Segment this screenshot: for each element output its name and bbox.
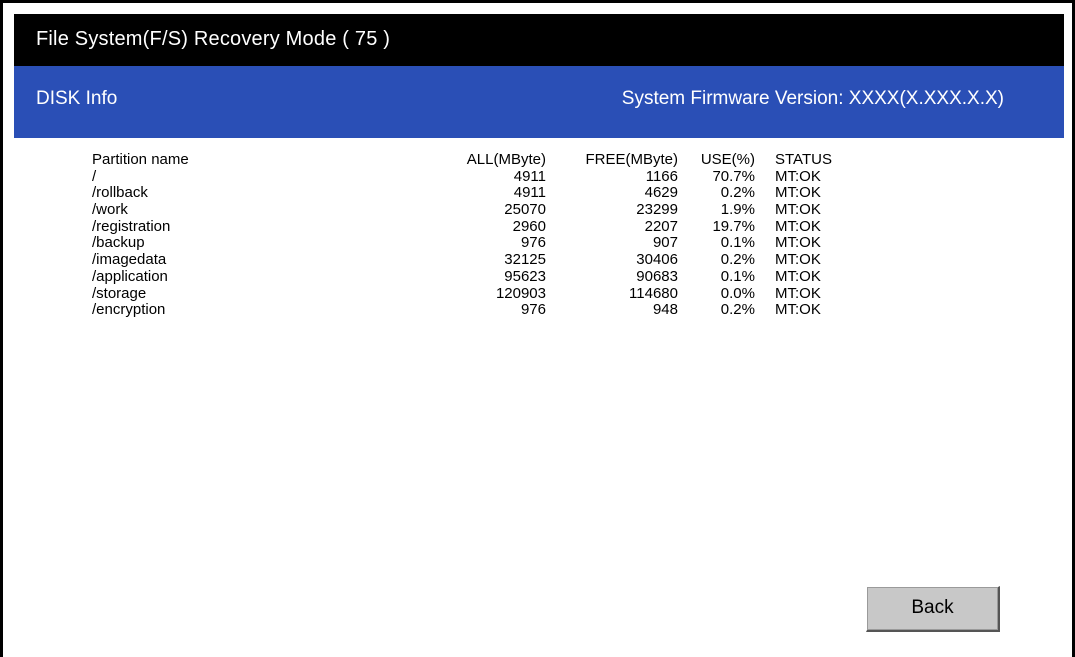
disk-info-title: DISK Info: [36, 88, 118, 109]
use-percent-cell: 1.9%: [720, 201, 755, 219]
back-button[interactable]: Back: [866, 586, 1000, 632]
header-partition-name: Partition name: [92, 151, 189, 168]
free-mbyte-cell: 114680: [629, 284, 678, 302]
frame-border-left: [0, 0, 3, 657]
header-all: ALL(MByte): [466, 151, 546, 168]
status-cell: MT:OK: [775, 284, 821, 302]
status-cell: MT:OK: [775, 217, 821, 235]
title-bar: File System(F/S) Recovery Mode ( 75 ): [14, 14, 1064, 66]
disk-info-bar: DISK Info System Firmware Version: XXXX(…: [14, 66, 1064, 138]
header-free: FREE(MByte): [585, 151, 678, 168]
all-mbyte-cell: 25070: [504, 201, 546, 219]
frame-border-top: [0, 0, 1075, 3]
partition-name-cell: /rollback: [92, 184, 148, 202]
all-mbyte-cell: 95623: [504, 267, 546, 285]
free-mbyte-cell: 4629: [644, 184, 678, 202]
header-status: STATUS: [775, 151, 832, 168]
free-mbyte-cell: 907: [652, 234, 678, 252]
status-cell: MT:OK: [775, 267, 821, 285]
all-mbyte-cell: 4911: [513, 167, 546, 185]
use-percent-cell: 0.1%: [720, 234, 755, 252]
use-percent-cell: 0.2%: [720, 301, 755, 319]
status-cell: MT:OK: [775, 167, 821, 185]
all-mbyte-cell: 4911: [513, 184, 546, 202]
use-percent-cell: 0.2%: [720, 184, 755, 202]
status-cell: MT:OK: [775, 201, 821, 219]
all-mbyte-cell: 976: [520, 301, 546, 319]
status-cell: MT:OK: [775, 301, 821, 319]
all-mbyte-cell: 976: [520, 234, 546, 252]
free-mbyte-cell: 948: [652, 301, 678, 319]
use-percent-cell: 0.2%: [720, 251, 755, 269]
recovery-screen: File System(F/S) Recovery Mode ( 75 ) DI…: [0, 0, 1075, 657]
firmware-version: System Firmware Version: XXXX(X.XXX.X.X): [621, 88, 1004, 109]
partition-name-cell: /backup: [92, 234, 145, 252]
status-cell: MT:OK: [775, 251, 821, 269]
partition-name-cell: /imagedata: [92, 251, 167, 269]
free-mbyte-cell: 30406: [636, 251, 678, 269]
use-percent-cell: 0.0%: [720, 284, 755, 302]
partition-name-cell: /encryption: [92, 301, 166, 319]
partition-name-cell: /work: [92, 201, 128, 219]
partition-name-cell: /application: [92, 267, 168, 285]
free-mbyte-cell: 1166: [645, 167, 678, 185]
use-percent-cell: 0.1%: [720, 267, 755, 285]
all-mbyte-cell: 32125: [504, 251, 546, 269]
free-mbyte-cell: 23299: [636, 201, 678, 219]
all-mbyte-cell: 2960: [512, 217, 546, 235]
free-mbyte-cell: 90683: [636, 267, 678, 285]
status-cell: MT:OK: [775, 234, 821, 252]
all-mbyte-cell: 120903: [495, 284, 546, 302]
partition-name-cell: /: [92, 167, 97, 185]
use-percent-cell: 19.7%: [712, 217, 755, 235]
status-cell: MT:OK: [775, 184, 821, 202]
free-mbyte-cell: 2207: [644, 217, 678, 235]
partition-name-cell: /registration: [92, 217, 171, 235]
header-use: USE(%): [700, 151, 755, 168]
partition-name-cell: /storage: [92, 284, 147, 302]
screen-title: File System(F/S) Recovery Mode ( 75 ): [36, 28, 391, 50]
use-percent-cell: 70.7%: [712, 167, 755, 185]
